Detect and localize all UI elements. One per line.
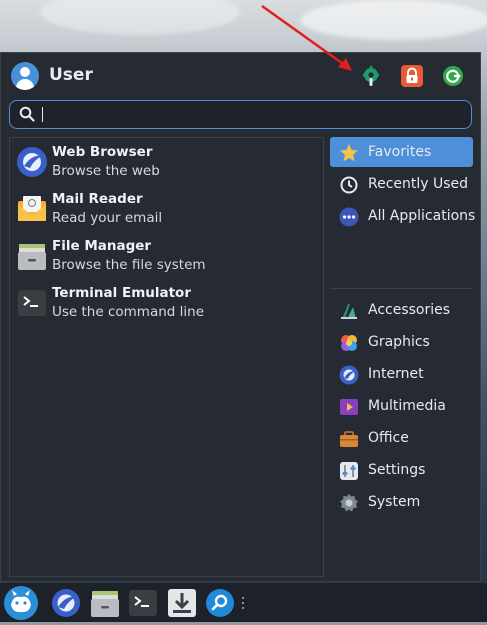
taskbar-terminal[interactable] <box>127 587 159 619</box>
category-all-applications[interactable]: All Applications <box>330 201 476 231</box>
graphics-icon <box>341 335 357 351</box>
username-label: User <box>49 65 93 85</box>
taskbar-file-manager[interactable] <box>89 587 121 619</box>
app-item-web-browser[interactable]: Web Browser Browse the web <box>14 141 314 185</box>
search-input[interactable] <box>40 104 464 126</box>
cloud <box>40 0 240 35</box>
lock-screen-button[interactable] <box>401 65 423 87</box>
web-browser-icon <box>17 147 47 177</box>
category-label: All Applications <box>368 208 476 224</box>
cloud <box>300 0 487 40</box>
web-browser-icon <box>52 589 80 617</box>
search-field[interactable] <box>9 100 472 129</box>
taskbar-handle[interactable] <box>242 597 244 609</box>
category-internet[interactable]: Internet <box>330 359 473 389</box>
category-label: Settings <box>368 462 426 478</box>
category-label: Office <box>368 430 409 446</box>
application-menu: User Web Browser Browse the web Mail Rea… <box>0 52 481 582</box>
category-accessories[interactable]: Accessories <box>330 295 473 325</box>
taskbar <box>0 583 487 622</box>
app-name: Terminal Emulator <box>52 285 191 301</box>
category-label: Multimedia <box>368 398 446 414</box>
internet-icon <box>339 365 359 385</box>
category-system[interactable]: System <box>330 487 473 517</box>
menu-header: User <box>1 53 480 99</box>
file-manager-icon <box>91 591 119 617</box>
favorites-list: Web Browser Browse the web Mail Reader R… <box>9 137 324 577</box>
category-multimedia[interactable]: Multimedia <box>330 391 473 421</box>
category-settings[interactable]: Settings <box>330 455 473 485</box>
logout-button[interactable] <box>442 65 464 87</box>
taskbar-web-browser[interactable] <box>50 587 82 619</box>
terminal-icon <box>129 590 157 616</box>
category-label: Recently Used <box>368 176 469 192</box>
avatar[interactable] <box>11 62 39 90</box>
category-recently-used[interactable]: Recently Used <box>330 169 473 199</box>
whisker-menu-icon <box>4 586 38 620</box>
mail-reader-icon <box>18 196 46 221</box>
settings-icon <box>360 65 382 87</box>
whisker-menu-button[interactable] <box>3 585 39 621</box>
app-name: File Manager <box>52 238 152 254</box>
app-name: Web Browser <box>52 144 153 160</box>
system-icon <box>340 494 358 512</box>
star-icon <box>340 144 358 162</box>
app-description: Use the command line <box>52 304 204 320</box>
settings-category-icon <box>340 462 358 480</box>
app-name: Mail Reader <box>52 191 143 207</box>
accessories-icon <box>341 304 357 319</box>
multimedia-icon <box>340 399 358 415</box>
search-icon <box>19 106 35 122</box>
terminal-icon <box>18 290 46 316</box>
category-label: Internet <box>368 366 424 382</box>
file-manager-icon <box>18 244 46 270</box>
app-item-terminal-emulator[interactable]: Terminal Emulator Use the command line <box>14 282 314 326</box>
app-item-mail-reader[interactable]: Mail Reader Read your email <box>14 188 314 232</box>
category-label: System <box>368 494 421 510</box>
category-separator <box>330 288 473 289</box>
search-icon <box>206 589 234 617</box>
app-description: Browse the file system <box>52 257 206 273</box>
logout-icon <box>443 66 463 86</box>
taskbar-downloads[interactable] <box>166 587 198 619</box>
category-list: Favorites Recently Used All Applications… <box>330 137 475 577</box>
settings-button[interactable] <box>360 65 382 87</box>
category-office[interactable]: Office <box>330 423 473 453</box>
app-description: Read your email <box>52 210 163 226</box>
app-item-file-manager[interactable]: File Manager Browse the file system <box>14 235 314 279</box>
downloads-icon <box>168 589 196 617</box>
clock-icon <box>340 176 358 194</box>
app-description: Browse the web <box>52 163 160 179</box>
office-icon <box>340 431 358 447</box>
category-graphics[interactable]: Graphics <box>330 327 473 357</box>
lock-icon <box>401 65 423 87</box>
dots-icon <box>339 207 359 227</box>
category-label: Favorites <box>368 144 432 160</box>
taskbar-search[interactable] <box>204 587 236 619</box>
category-label: Graphics <box>368 334 430 350</box>
category-label: Accessories <box>368 302 451 318</box>
category-favorites[interactable]: Favorites <box>330 137 473 167</box>
